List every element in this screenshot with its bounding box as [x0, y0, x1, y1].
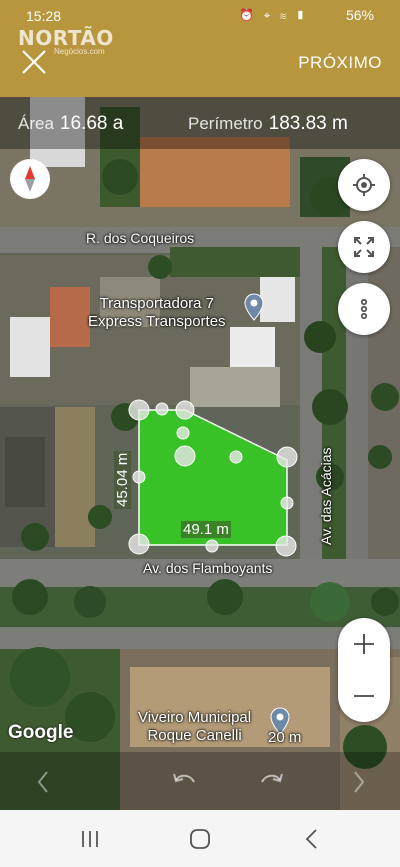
poi-transportadora[interactable]: Transportadora 7 Express Transportes [88, 295, 226, 331]
system-navigation-bar [0, 810, 400, 867]
area-value: 16.68 a [59, 113, 124, 134]
map-scale: 20 m [268, 729, 302, 746]
more-options-button[interactable] [338, 283, 390, 335]
chevron-left-icon[interactable] [30, 768, 58, 796]
compass-icon [25, 166, 35, 192]
home-icon[interactable] [188, 828, 212, 850]
my-location-icon [353, 174, 375, 196]
poi-transportadora-line1: Transportadora 7 [99, 295, 215, 312]
compass-button[interactable] [10, 159, 50, 199]
perimeter-label: Perímetro [188, 114, 263, 133]
area-label: Área [18, 114, 54, 133]
side-length-bottom: 49.1 m [181, 521, 231, 538]
side-length-left: 45.04 m [114, 450, 131, 509]
zoom-out-button[interactable] [338, 670, 390, 722]
street-label-coqueiros: R. dos Coqueiros [86, 230, 195, 246]
area-metric: Área 16.68 a [18, 113, 123, 135]
poi-viveiro[interactable]: Viveiro Municipal Roque Canelli [138, 709, 251, 745]
close-button[interactable] [20, 48, 48, 76]
google-attribution: Google [8, 722, 74, 743]
poi-viveiro-line1: Viveiro Municipal [138, 709, 252, 726]
more-vertical-icon [360, 298, 368, 320]
my-location-button[interactable] [338, 159, 390, 211]
status-icons: ⏰ ⌖ ≋ ▮ [239, 8, 308, 22]
fullscreen-icon [354, 237, 374, 257]
zoom-in-button[interactable] [338, 618, 390, 670]
logo-subtext: Negócios.com [54, 47, 105, 56]
street-label-acacias: Av. das Acácias [318, 447, 334, 545]
redo-icon[interactable] [258, 768, 286, 796]
chevron-right-icon[interactable] [344, 768, 372, 796]
measurement-summary: Área 16.68 a Perímetro 183.83 m [0, 97, 400, 149]
recent-apps-icon[interactable] [78, 828, 102, 850]
close-icon [22, 50, 46, 74]
fullscreen-button[interactable] [338, 221, 390, 273]
perimeter-metric: Perímetro 183.83 m [188, 113, 348, 135]
plus-icon [354, 634, 374, 654]
street-label-flamboyants: Av. dos Flamboyants [143, 560, 273, 576]
zoom-controls [338, 618, 390, 722]
perimeter-value: 183.83 m [268, 113, 348, 134]
minus-icon [354, 695, 374, 697]
poi-transportadora-line2: Express Transportes [88, 313, 226, 330]
back-icon[interactable] [300, 828, 324, 850]
poi-marker-icon [244, 293, 264, 321]
poi-viveiro-line2: Roque Canelli [147, 727, 242, 744]
app-header: 15:28 ⏰ ⌖ ≋ ▮ 56% NORTÃO Negócios.com PR… [0, 0, 400, 97]
battery-level: 56% [345, 7, 374, 23]
undo-icon[interactable] [170, 768, 198, 796]
edit-toolbar [0, 752, 400, 810]
next-button[interactable]: PRÓXIMO [298, 53, 382, 73]
satellite-map[interactable]: Área 16.68 a Perímetro 183.83 m R. dos C… [0, 97, 400, 810]
logo: NORTÃO Negócios.com [6, 12, 113, 56]
